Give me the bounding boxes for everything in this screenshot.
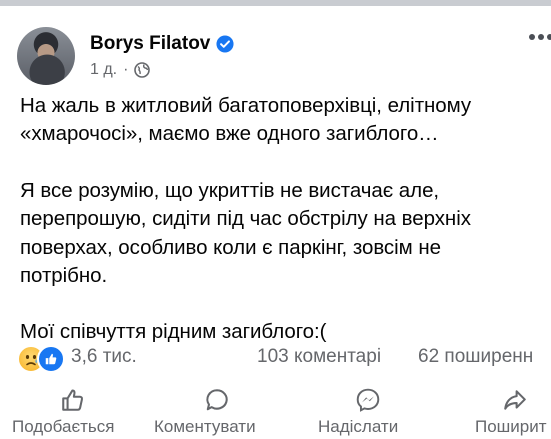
like-label: Подобається bbox=[12, 417, 115, 436]
post-meta: 1 д. · bbox=[90, 59, 151, 81]
reactions-summary: 3,6 тис. 103 коментарі 62 поширенн bbox=[17, 343, 551, 373]
reaction-icons[interactable] bbox=[17, 345, 67, 373]
meta-separator: · bbox=[123, 61, 129, 78]
reactions-count[interactable]: 3,6 тис. bbox=[71, 346, 137, 368]
messenger-icon bbox=[356, 388, 380, 412]
post-paragraph: На жаль в житловий багатоповерхівці, елі… bbox=[20, 94, 472, 146]
share-button[interactable]: Поширит bbox=[435, 385, 551, 439]
like-icon bbox=[62, 389, 84, 411]
comment-icon bbox=[206, 389, 228, 411]
shares-count[interactable]: 62 поширенн bbox=[418, 346, 533, 368]
comments-count[interactable]: 103 коментарі bbox=[257, 346, 381, 368]
send-button[interactable]: Надіслати bbox=[290, 385, 435, 439]
like-reaction-icon bbox=[37, 345, 65, 373]
previous-post-edge bbox=[0, 0, 551, 6]
share-icon bbox=[504, 390, 526, 410]
post-paragraph: Я все розумію, що укриттів не вистачає а… bbox=[20, 178, 471, 288]
verified-badge-icon bbox=[216, 35, 234, 53]
author-name[interactable]: Borys Filatov bbox=[90, 33, 210, 55]
comment-label: Коментувати bbox=[154, 417, 256, 436]
share-label: Поширит bbox=[475, 417, 547, 436]
post-body: На жаль в житловий багатоповерхівці, елі… bbox=[20, 92, 548, 347]
globe-icon[interactable] bbox=[134, 62, 151, 78]
like-button[interactable]: Подобається bbox=[0, 385, 140, 439]
send-label: Надіслати bbox=[318, 417, 399, 436]
post-actions: Подобається Коментувати Надіслати Пошири… bbox=[0, 385, 551, 439]
more-options-icon[interactable] bbox=[529, 34, 551, 44]
author-row: Borys Filatov bbox=[90, 31, 234, 57]
comment-button[interactable]: Коментувати bbox=[140, 385, 290, 439]
avatar[interactable] bbox=[17, 27, 75, 85]
post-time[interactable]: 1 д. bbox=[90, 61, 117, 79]
